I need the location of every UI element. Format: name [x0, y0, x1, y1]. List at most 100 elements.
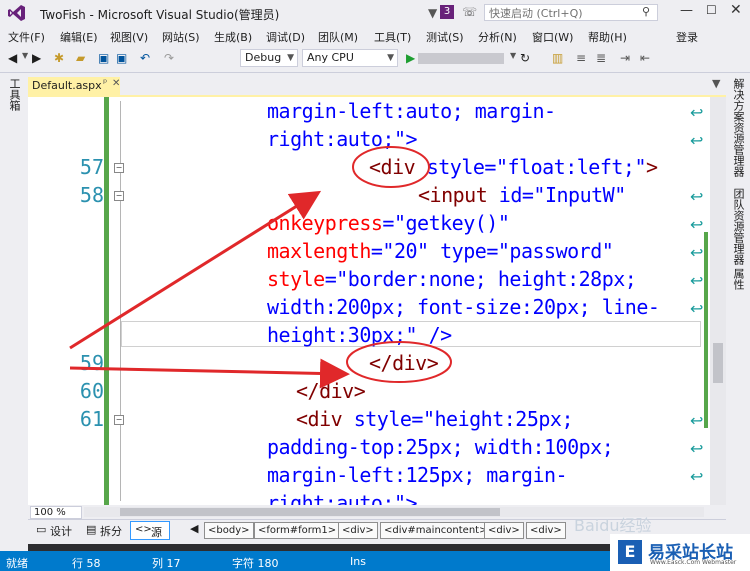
code-line: maxlength="20" type="password" — [267, 239, 614, 263]
browser-dropdown-icon[interactable]: ▼ — [510, 51, 516, 60]
refresh-icon[interactable]: ↻ — [520, 51, 530, 65]
blurred-browser-select[interactable] — [418, 53, 504, 64]
vertical-scrollbar[interactable] — [710, 97, 726, 505]
find-icon[interactable]: ▥ — [552, 51, 563, 65]
redo-icon[interactable]: ↷ — [164, 51, 174, 65]
code-icon: <> — [135, 524, 152, 535]
status-char: 字符 180 — [232, 557, 279, 570]
menu-tools[interactable]: 工具(T) — [374, 29, 411, 45]
code-line: right:auto;"> — [267, 491, 418, 505]
quick-launch-input[interactable]: 快速启动 (Ctrl+Q) — [484, 4, 658, 21]
code-line: height:30px;" /> — [267, 323, 452, 347]
menu-help[interactable]: 帮助(H) — [588, 29, 627, 45]
undo-icon[interactable]: ↶ — [140, 51, 150, 65]
zoom-select[interactable]: 100 % — [30, 506, 82, 519]
status-column: 列 17 — [152, 557, 181, 570]
breadcrumb-item[interactable]: <form#form1> — [254, 522, 341, 539]
word-wrap-icon: ↩ — [690, 187, 704, 206]
collapse-toggle-icon[interactable]: − — [114, 415, 124, 425]
platform-select[interactable]: Any CPU ▼ — [302, 49, 398, 67]
code-line: width:200px; font-size:20px; line- — [267, 295, 660, 319]
minimize-button[interactable]: — — [680, 3, 693, 18]
login-link[interactable]: 登录 — [676, 29, 698, 45]
start-debug-icon[interactable]: ▶ — [406, 51, 415, 65]
split-view-button[interactable]: 拆分 — [100, 523, 122, 539]
code-line: margin-left:125px; margin- — [267, 463, 568, 487]
pin-icon[interactable]: ᵖ — [103, 78, 107, 89]
solution-config-select[interactable]: Debug ▼ — [240, 49, 298, 67]
menu-debug[interactable]: 调试(D) — [266, 29, 305, 45]
menu-view[interactable]: 视图(V) — [110, 29, 148, 45]
filter-icon[interactable]: ▼ — [428, 6, 437, 20]
back-dropdown-icon[interactable]: ▼ — [22, 51, 28, 60]
design-view-button[interactable]: 设计 — [50, 523, 72, 539]
collapse-toggle-icon[interactable]: − — [114, 163, 124, 173]
window-title: TwoFish - Microsoft Visual Studio(管理员) — [40, 8, 280, 22]
team-explorer-tab[interactable]: 团队资源管理器 — [730, 188, 746, 265]
breadcrumb-item[interactable]: <div> — [526, 522, 566, 539]
close-tab-icon[interactable]: ✕ — [112, 78, 120, 89]
outline-guide — [120, 101, 121, 501]
code-line: onkeypress="getkey()" — [267, 211, 510, 235]
design-view-icon: ▭ — [36, 523, 47, 536]
change-tracking-bar — [104, 97, 109, 505]
feedback-icon[interactable]: ☏ — [462, 5, 477, 19]
line-number: 61 — [79, 407, 104, 431]
word-wrap-icon: ↩ — [690, 299, 704, 318]
chevron-down-icon: ▼ — [387, 53, 394, 63]
solution-explorer-tab[interactable]: 解决方案资源管理器 — [730, 78, 746, 177]
status-row: 行 58 — [72, 557, 101, 570]
menu-window[interactable]: 窗口(W) — [532, 29, 573, 45]
baidu-watermark: Baidu经验 — [574, 516, 652, 535]
menu-file[interactable]: 文件(F) — [8, 29, 45, 45]
comment-icon[interactable]: ≡ — [576, 51, 586, 65]
horizontal-scrollbar-thumb[interactable] — [120, 508, 500, 516]
vertical-scrollbar-thumb[interactable] — [713, 343, 723, 383]
code-line: style="border:none; height:28px; — [267, 267, 637, 291]
breadcrumb-item[interactable]: <div#maincontent> — [380, 522, 492, 539]
visual-studio-logo-icon — [8, 5, 25, 21]
outdent-icon[interactable]: ⇤ — [640, 51, 650, 65]
code-line: margin-left:auto; margin- — [267, 99, 556, 123]
document-tab-strip — [28, 73, 726, 95]
maximize-button[interactable]: ☐ — [706, 3, 717, 17]
menu-analyze[interactable]: 分析(N) — [478, 29, 517, 45]
code-line: right:auto;"> — [267, 127, 418, 151]
save-all-icon[interactable]: ▣ — [116, 51, 127, 65]
word-wrap-icon: ↩ — [690, 103, 704, 122]
open-file-icon[interactable]: ▰ — [76, 51, 85, 65]
word-wrap-icon: ↩ — [690, 467, 704, 486]
line-number: 57 — [79, 155, 104, 179]
menu-website[interactable]: 网站(S) — [162, 29, 200, 45]
code-line: </div> — [296, 379, 366, 403]
menu-edit[interactable]: 编辑(E) — [60, 29, 98, 45]
forward-icon[interactable]: ▶ — [32, 51, 41, 65]
new-project-icon[interactable]: ✱ — [54, 51, 64, 65]
menu-build[interactable]: 生成(B) — [214, 29, 252, 45]
tab-label: Default.aspx — [32, 79, 102, 92]
save-icon[interactable]: ▣ — [98, 51, 109, 65]
back-icon[interactable]: ◀ — [8, 51, 17, 65]
split-view-icon: ▤ — [86, 523, 97, 536]
properties-tab[interactable]: 属性 — [730, 268, 746, 290]
collapse-toggle-icon[interactable]: − — [114, 191, 124, 201]
breadcrumb-item[interactable]: <div> — [338, 522, 378, 539]
code-line: </div> — [369, 351, 439, 375]
notification-badge[interactable]: 3 — [440, 5, 454, 19]
indent-icon[interactable]: ⇥ — [620, 51, 630, 65]
breadcrumb-scroll-left-icon[interactable]: ◀ — [190, 522, 198, 535]
standard-toolbar: ◀ ▼ ▶ ✱ ▰ ▣ ▣ ↶ ↷ Debug ▼ Any CPU ▼ ▶ ▼ … — [0, 46, 750, 73]
menu-team[interactable]: 团队(M) — [318, 29, 358, 45]
toolbox-tab[interactable]: 工具箱 — [8, 78, 22, 111]
chevron-down-icon[interactable]: ▼ — [712, 77, 720, 90]
search-icon[interactable]: ⚲ — [642, 5, 650, 18]
uncomment-icon[interactable]: ≣ — [596, 51, 606, 65]
code-line: <input id="InputW" — [418, 183, 626, 207]
word-wrap-icon: ↩ — [690, 243, 704, 262]
menu-test[interactable]: 测试(S) — [426, 29, 464, 45]
breadcrumb-item[interactable]: <body> — [204, 522, 254, 539]
source-view-button[interactable]: <> 源 — [130, 521, 170, 540]
solution-config-value: Debug — [245, 51, 282, 64]
close-button[interactable]: ✕ — [730, 2, 742, 18]
breadcrumb-item[interactable]: <div> — [484, 522, 524, 539]
